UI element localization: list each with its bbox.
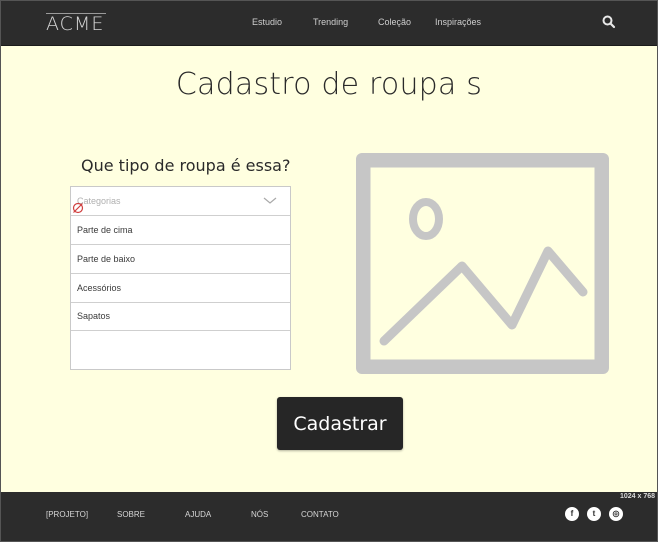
main-nav: Estudio Trending Coleção Inspirações	[0, 17, 658, 31]
dropdown-option-acessorios[interactable]: Acessórios	[71, 274, 290, 303]
search-icon[interactable]	[601, 14, 617, 30]
nav-colecao[interactable]: Coleção	[378, 17, 411, 27]
cadastrar-button[interactable]: Cadastrar	[277, 397, 403, 450]
twitter-icon[interactable]: t	[587, 507, 601, 521]
page-title: Cadastro de roupa s	[175, 67, 483, 102]
top-header: ACME Estudio Trending Coleção Inspiraçõe…	[0, 0, 658, 46]
question-label: Que tipo de roupa é essa?	[81, 156, 291, 175]
nav-trending[interactable]: Trending	[313, 17, 348, 27]
not-allowed-icon	[72, 202, 84, 214]
nav-inspiracoes[interactable]: Inspirações	[435, 17, 481, 27]
nav-estudio[interactable]: Estudio	[252, 17, 282, 27]
image-placeholder-icon[interactable]	[356, 153, 609, 374]
category-dropdown[interactable]: Categorias Parte de cima Parte de baixo …	[70, 186, 291, 370]
facebook-icon[interactable]: f	[565, 507, 579, 521]
chevron-down-icon	[263, 197, 277, 204]
dribbble-icon[interactable]: ◎	[609, 507, 623, 521]
footer-link-nos[interactable]: NÓS	[251, 510, 268, 519]
dropdown-option-parte-de-baixo[interactable]: Parte de baixo	[71, 245, 290, 274]
footer-link-contato[interactable]: CONTATO	[301, 510, 339, 519]
screen-size-label: 1024 x 768	[620, 493, 656, 500]
dropdown-option-parte-de-cima[interactable]: Parte de cima	[71, 216, 290, 245]
dropdown-header[interactable]: Categorias	[71, 187, 290, 216]
footer-link-ajuda[interactable]: AJUDA	[185, 510, 211, 519]
footer-link-projeto[interactable]: [PROJETO]	[46, 510, 88, 519]
footer: [PROJETO] SOBRE AJUDA NÓS CONTATO f t ◎	[0, 492, 658, 542]
footer-link-sobre[interactable]: SOBRE	[117, 510, 145, 519]
dropdown-option-sapatos[interactable]: Sapatos	[71, 302, 290, 331]
